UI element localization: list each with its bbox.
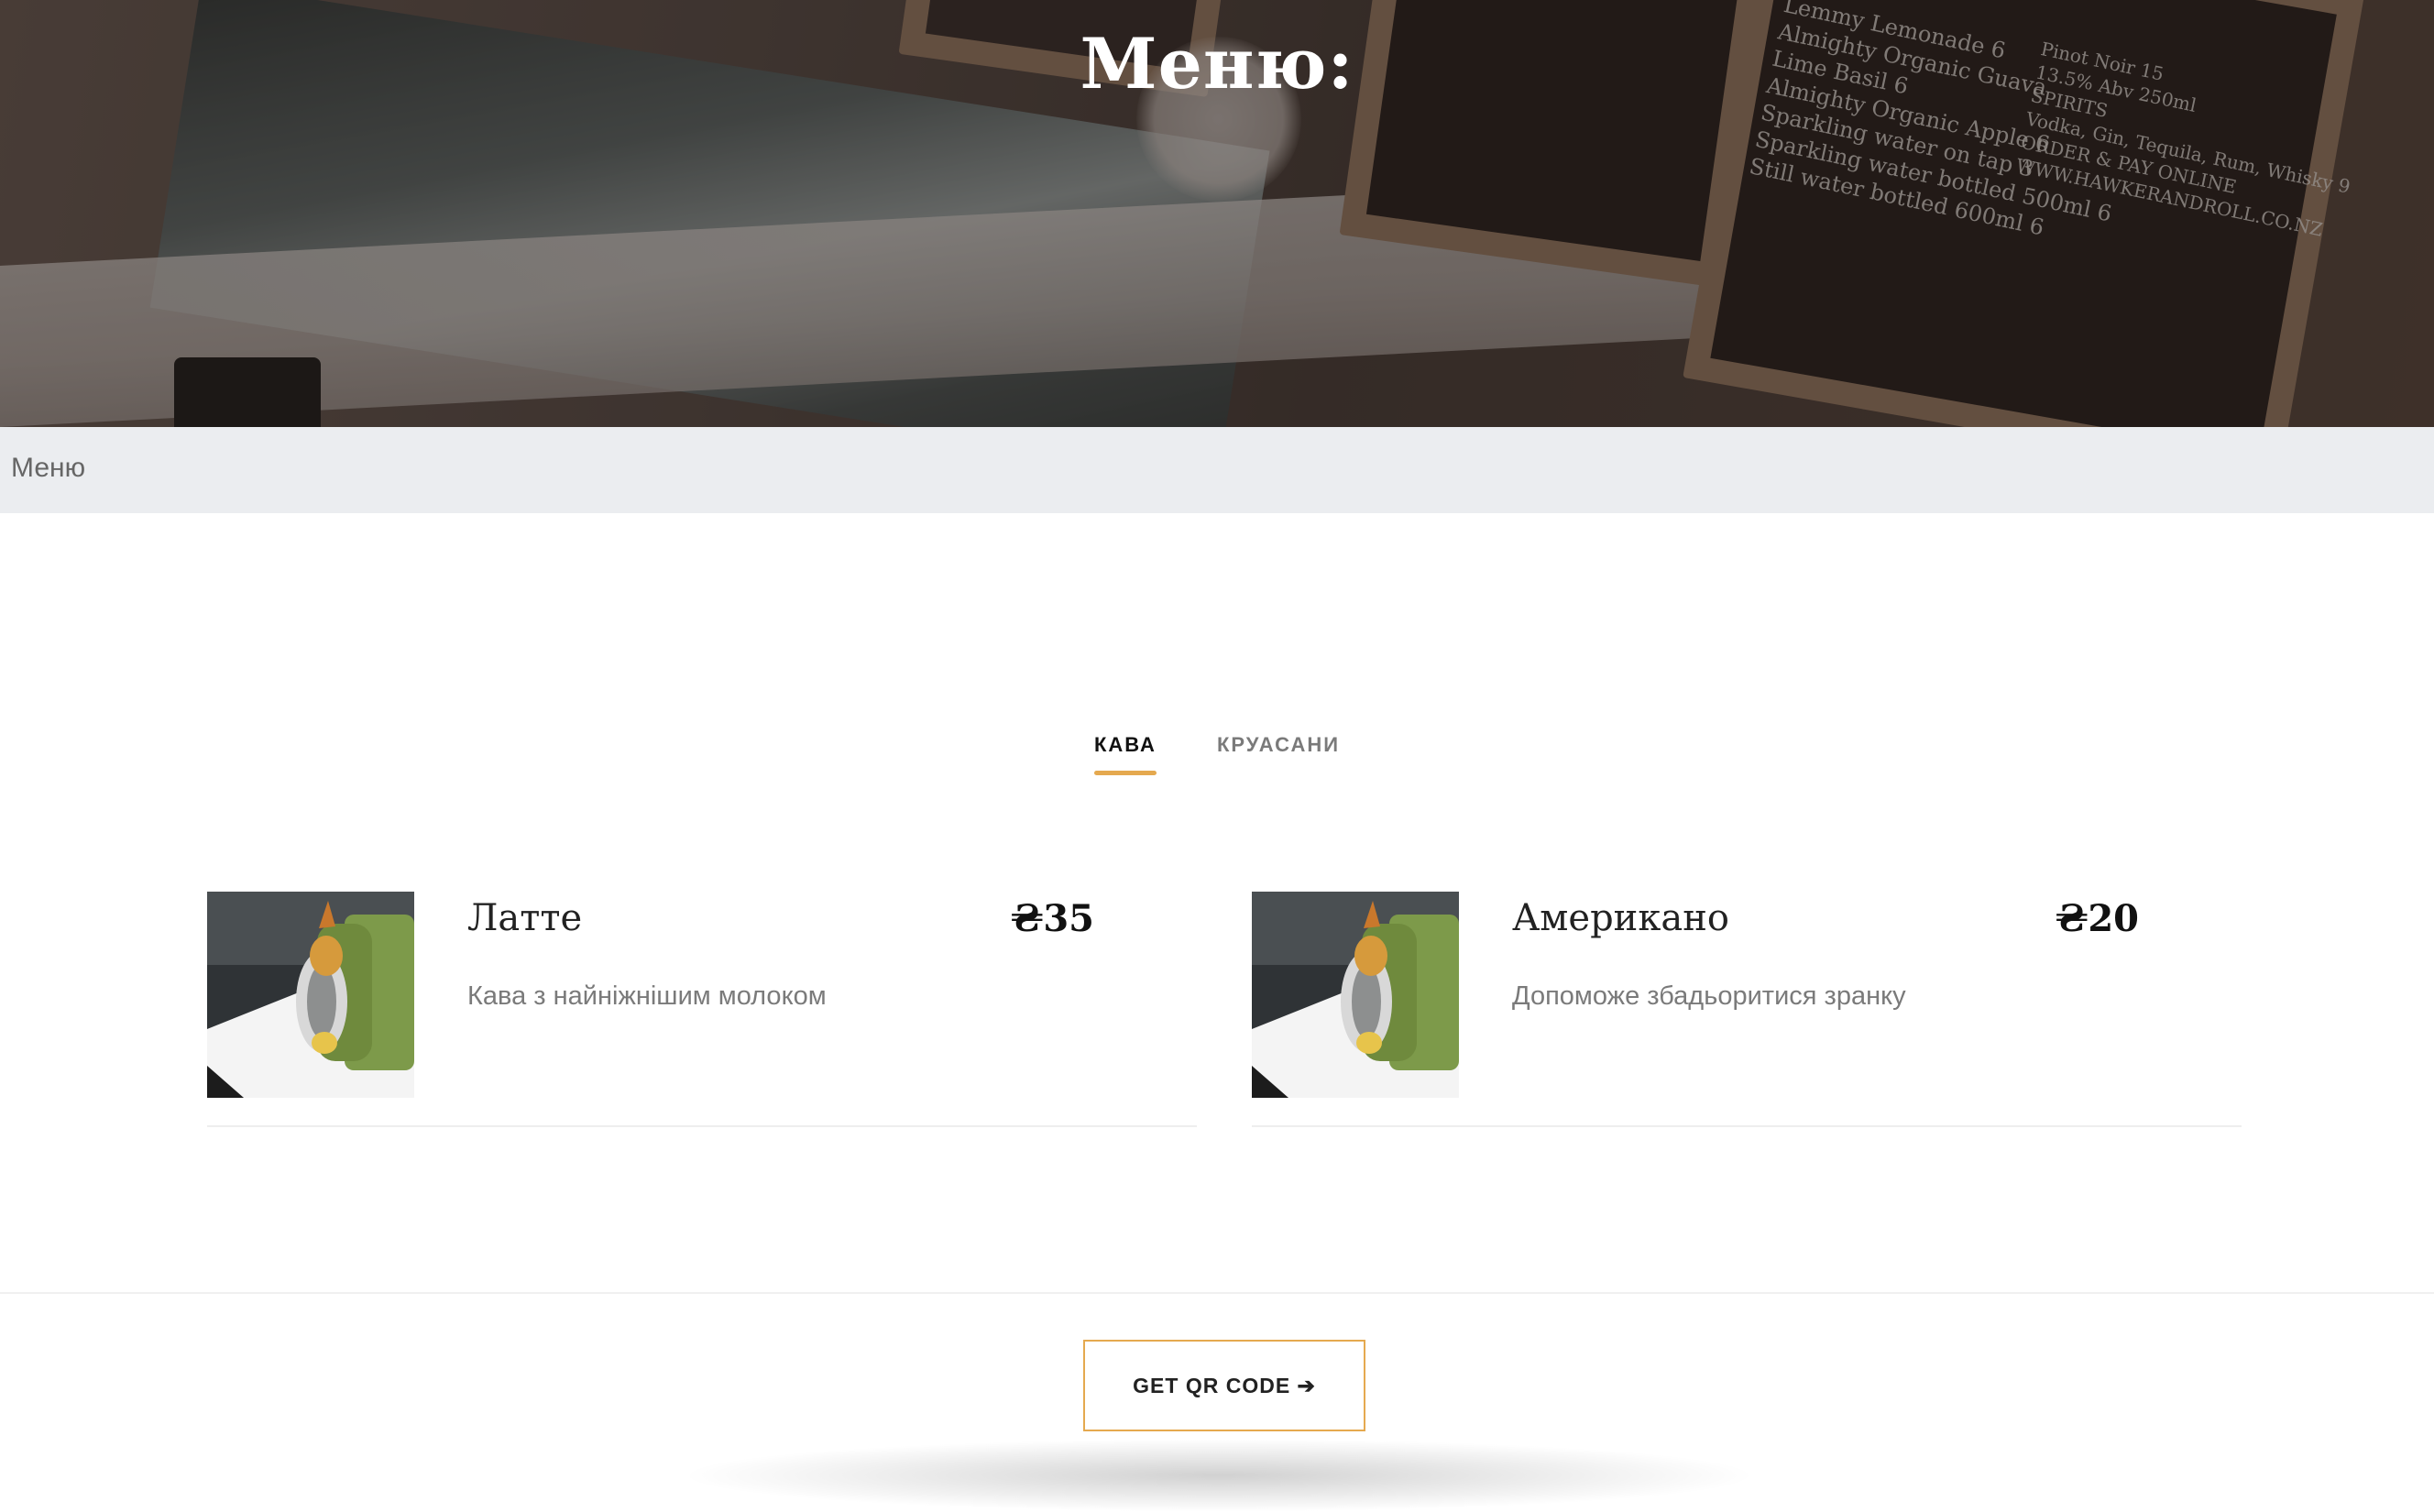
tab-kruasany[interactable]: КРУАСАНИ — [1217, 733, 1340, 775]
menu-item: Американо ₴20 Допоможе збадьоритися зран… — [1252, 892, 2242, 1127]
footer-divider — [0, 1292, 2434, 1294]
menu-category-tabs: КАВА КРУАСАНИ — [0, 733, 2434, 775]
menu-item: Латте ₴35 Кава з найніжнішим молоком — [207, 892, 1197, 1127]
breadcrumb-bar: Меню — [0, 427, 2434, 513]
menu-item-description: Кава з найніжнішим молоком — [467, 981, 827, 1011]
tab-kava[interactable]: КАВА — [1093, 733, 1157, 775]
menu-item-name: Американо — [1512, 897, 1729, 939]
menu-item-name: Латте — [467, 897, 583, 939]
menu-item-image — [207, 892, 414, 1098]
menu-item-price: ₴20 — [2056, 897, 2139, 940]
menu-item-description: Допоможе збадьоритися зранку — [1512, 981, 1906, 1011]
breadcrumb-current: Меню — [11, 453, 86, 483]
sushi-roll-photo-icon — [1252, 892, 1459, 1098]
menu-item-image — [1252, 892, 1459, 1098]
bottom-shadow — [678, 1439, 1760, 1512]
menu-item-price: ₴35 — [1011, 897, 1094, 940]
get-qr-code-button[interactable]: GET QR CODE ➔ — [1083, 1340, 1365, 1431]
sushi-roll-photo-icon — [207, 892, 414, 1098]
page-title: Меню: — [1080, 23, 1354, 104]
hero-banner: Lemmy Lemonade 6 Almighty Organic Guava … — [0, 0, 2434, 427]
